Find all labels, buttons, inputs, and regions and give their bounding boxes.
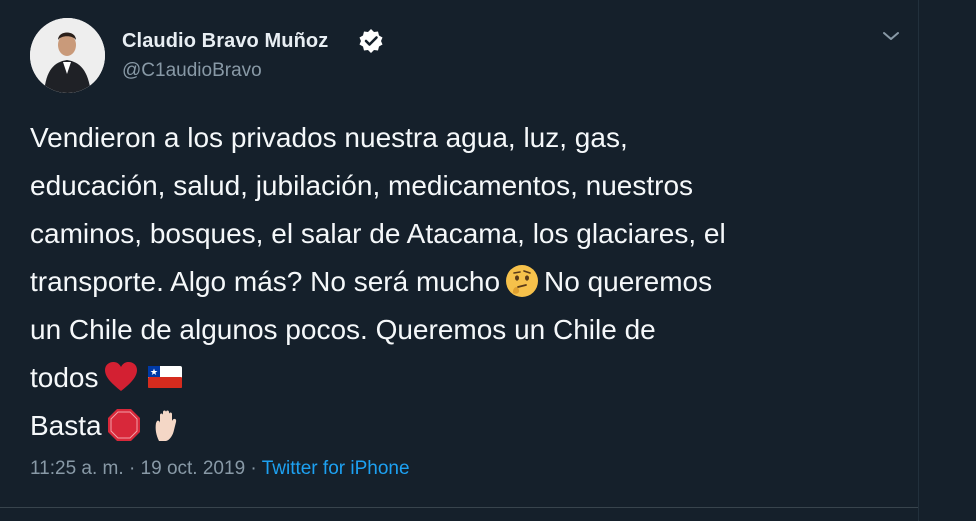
tweet-line-segment: transporte. Algo más? No será mucho [30, 266, 501, 297]
stop-sign-emoji [107, 408, 140, 441]
tweet-card: Claudio Bravo Muñoz @C1audioBravo Vendie… [0, 0, 918, 521]
tweet-line-with-emoji: transporte. Algo más? No será mucho No q… [30, 258, 910, 306]
tweet-line-with-emoji: Basta [30, 402, 910, 450]
author-name[interactable]: Claudio Bravo Muñoz [122, 30, 328, 53]
tweet-screenshot: Claudio Bravo Muñoz @C1audioBravo Vendie… [0, 0, 976, 521]
chevron-down-icon[interactable] [880, 28, 902, 44]
tweet-line-with-emoji: todos [30, 354, 910, 402]
tweet-meta: 11:25 a. m. · 19 oct. 2019 · Twitter for… [30, 458, 410, 480]
tweet-time[interactable]: 11:25 a. m. [30, 458, 124, 479]
divider [0, 507, 918, 508]
column-divider [918, 0, 919, 521]
verified-badge-icon [359, 29, 383, 53]
tweet-date[interactable]: 19 oct. 2019 [141, 458, 246, 479]
author-handle[interactable]: @C1audioBravo [122, 60, 262, 82]
tweet-line: caminos, bosques, el salar de Atacama, l… [30, 218, 726, 249]
meta-separator: · [250, 458, 257, 479]
avatar-image [30, 18, 105, 93]
tweet-line: un Chile de algunos pocos. Queremos un C… [30, 314, 656, 345]
tweet-line: educación, salud, jubilación, medicament… [30, 170, 694, 201]
thinking-face-emoji [506, 264, 539, 297]
tweet-line-segment: No queremos [544, 266, 713, 297]
red-heart-emoji [104, 361, 137, 391]
tweet-line-segment: todos [30, 362, 99, 393]
chile-flag-emoji [147, 365, 182, 388]
meta-separator: · [128, 458, 136, 479]
avatar[interactable] [30, 18, 105, 93]
raised-hand-emoji [155, 410, 176, 441]
tweet-text: Vendieron a los privados nuestra agua, l… [30, 114, 910, 450]
tweet-line: Vendieron a los privados nuestra agua, l… [30, 122, 628, 153]
tweet-source-link[interactable]: Twitter for iPhone [262, 458, 410, 479]
tweet-line-segment: Basta [30, 410, 102, 441]
